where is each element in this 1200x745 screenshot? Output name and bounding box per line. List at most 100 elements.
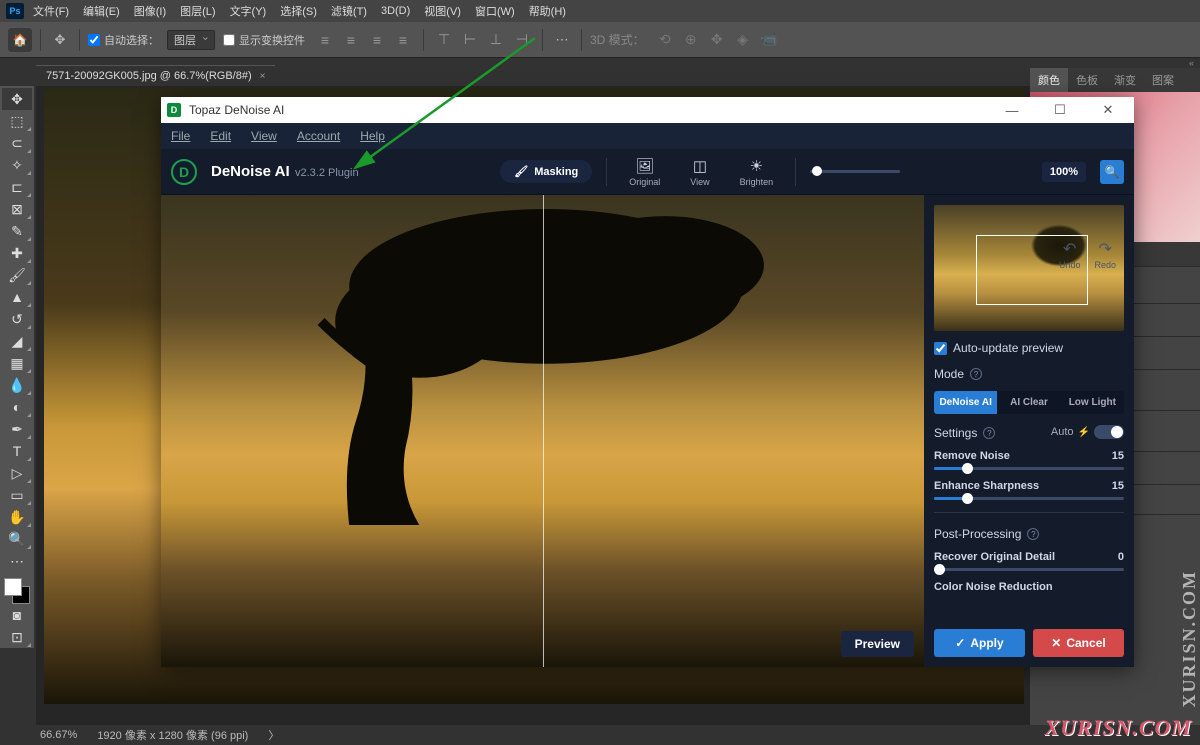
menu-layer[interactable]: 图层(L): [175, 1, 220, 21]
tab-gradients[interactable]: 渐变: [1106, 68, 1144, 92]
eraser-tool[interactable]: ◢: [2, 330, 32, 352]
close-tab-icon[interactable]: ×: [260, 71, 266, 82]
3d-pan-icon[interactable]: ✥: [705, 30, 729, 50]
view-split-button[interactable]: ◫View: [682, 157, 717, 187]
screenmode-tool[interactable]: ⊡: [2, 626, 32, 648]
menu-select[interactable]: 选择(S): [275, 1, 322, 21]
help-icon[interactable]: ?: [970, 368, 982, 380]
quickmask-tool[interactable]: ◙: [2, 604, 32, 626]
menu-window[interactable]: 窗口(W): [470, 1, 520, 21]
document-tab[interactable]: 7571-20092GK005.jpg @ 66.7%(RGB/8#) ×: [36, 65, 275, 86]
stamp-tool[interactable]: ▲: [2, 286, 32, 308]
mode-lowlight[interactable]: Low Light: [1061, 391, 1124, 414]
lasso-tool[interactable]: ⊂: [2, 132, 32, 154]
brighten-button[interactable]: ☀Brighten: [732, 157, 782, 187]
blur-tool[interactable]: 💧: [2, 374, 32, 396]
status-dims: 1920 像素 x 1280 像素 (96 ppi): [97, 727, 248, 743]
menu-type[interactable]: 文字(Y): [225, 1, 272, 21]
3d-roll-icon[interactable]: ⊕: [679, 30, 703, 50]
auto-update-checkbox[interactable]: Auto-update preview: [934, 341, 1124, 355]
show-transform-checkbox[interactable]: 显示变换控件: [223, 32, 305, 48]
auto-select-checkbox[interactable]: 自动选择：: [88, 32, 159, 48]
zoom-tool[interactable]: 🔍: [2, 528, 32, 550]
tab-swatches[interactable]: 色板: [1068, 68, 1106, 92]
dist-bottom-icon[interactable]: ⊥: [484, 30, 508, 50]
status-chevron-icon[interactable]: 〉: [268, 727, 279, 743]
eyedropper-tool[interactable]: ✎: [2, 220, 32, 242]
wand-tool[interactable]: ✧: [2, 154, 32, 176]
tab-color[interactable]: 颜色: [1030, 68, 1068, 92]
more-options-icon[interactable]: ⋯: [551, 29, 573, 51]
marquee-tool[interactable]: ⬚: [2, 110, 32, 132]
dist-left-icon[interactable]: ⊣: [510, 30, 534, 50]
view-original-button[interactable]: 🖼Original: [621, 157, 668, 187]
minimize-button[interactable]: —: [992, 98, 1032, 122]
zoom-slider[interactable]: [810, 170, 900, 173]
3d-camera-icon[interactable]: 📹: [757, 30, 781, 50]
tp-menu-edit[interactable]: Edit: [210, 129, 231, 143]
3d-slide-icon[interactable]: ◈: [731, 30, 755, 50]
crop-tool[interactable]: ⊏: [2, 176, 32, 198]
topaz-titlebar[interactable]: D Topaz DeNoise AI — ☐ ✕: [161, 97, 1134, 123]
mode-aiclear[interactable]: AI Clear: [997, 391, 1060, 414]
dodge-tool[interactable]: ◐: [2, 396, 32, 418]
menu-filter[interactable]: 滤镜(T): [326, 1, 372, 21]
menu-3d[interactable]: 3D(D): [376, 3, 415, 19]
path-select-tool[interactable]: ▷: [2, 462, 32, 484]
dist-top-icon[interactable]: ⊤: [432, 30, 456, 50]
tp-menu-view[interactable]: View: [251, 129, 277, 143]
heal-tool[interactable]: ✚: [2, 242, 32, 264]
help-icon[interactable]: ?: [983, 427, 995, 439]
frame-tool[interactable]: ⊠: [2, 198, 32, 220]
hand-tool[interactable]: ✋: [2, 506, 32, 528]
status-zoom[interactable]: 66.67%: [40, 729, 77, 741]
align-left-icon[interactable]: ≡: [313, 30, 337, 50]
zoom-fit-button[interactable]: 🔍: [1100, 160, 1124, 184]
pen-tool[interactable]: ✒: [2, 418, 32, 440]
move-tool-icon[interactable]: ✥: [49, 29, 71, 51]
auto-select-dropdown[interactable]: 图层: [167, 30, 215, 50]
help-icon[interactable]: ?: [1027, 528, 1039, 540]
menu-edit[interactable]: 编辑(E): [78, 1, 125, 21]
mode-denoise[interactable]: DeNoise AI: [934, 391, 997, 414]
cancel-button[interactable]: ✕Cancel: [1033, 629, 1124, 657]
tp-menu-account[interactable]: Account: [297, 129, 340, 143]
tab-patterns[interactable]: 图案: [1144, 68, 1182, 92]
3d-orbit-icon[interactable]: ⟲: [653, 30, 677, 50]
menu-help[interactable]: 帮助(H): [524, 1, 571, 21]
zoom-level[interactable]: 100%: [1042, 162, 1086, 182]
preview-area[interactable]: Preview: [161, 195, 924, 667]
mode-selector: DeNoise AI AI Clear Low Light: [934, 391, 1124, 414]
type-tool[interactable]: T: [2, 440, 32, 462]
menu-file[interactable]: 文件(F): [28, 1, 74, 21]
align-center-icon[interactable]: ≡: [339, 30, 363, 50]
menu-view[interactable]: 视图(V): [419, 1, 466, 21]
masking-button[interactable]: 🖌Masking: [500, 160, 592, 183]
gradient-tool[interactable]: ▦: [2, 352, 32, 374]
tp-menu-help[interactable]: Help: [360, 129, 385, 143]
redo-button[interactable]: ↷Redo: [1094, 239, 1116, 270]
remove-noise-slider[interactable]: [934, 467, 1124, 470]
menu-image[interactable]: 图像(I): [129, 1, 171, 21]
recover-detail-slider[interactable]: [934, 568, 1124, 571]
undo-button[interactable]: ↶Undo: [1059, 239, 1081, 270]
edit-toolbar-icon[interactable]: ⋯: [2, 550, 32, 572]
split-divider[interactable]: [543, 195, 544, 667]
maximize-button[interactable]: ☐: [1040, 98, 1080, 122]
dist-vmid-icon[interactable]: ⊢: [458, 30, 482, 50]
apply-button[interactable]: ✓Apply: [934, 629, 1025, 657]
preview-button[interactable]: Preview: [841, 631, 914, 657]
align-justify-icon[interactable]: ≡: [391, 30, 415, 50]
move-tool[interactable]: ✥: [2, 88, 32, 110]
home-button[interactable]: 🏠: [8, 28, 32, 52]
history-brush-tool[interactable]: ↺: [2, 308, 32, 330]
align-right-icon[interactable]: ≡: [365, 30, 389, 50]
enhance-sharpness-slider[interactable]: [934, 497, 1124, 500]
auto-toggle[interactable]: [1094, 425, 1124, 439]
tp-menu-file[interactable]: File: [171, 129, 190, 143]
brush-tool[interactable]: 🖌: [2, 264, 32, 286]
panel-collapse-icon[interactable]: «: [1030, 58, 1200, 68]
shape-tool[interactable]: ▭: [2, 484, 32, 506]
close-button[interactable]: ✕: [1088, 98, 1128, 122]
color-swatches[interactable]: [4, 578, 30, 604]
